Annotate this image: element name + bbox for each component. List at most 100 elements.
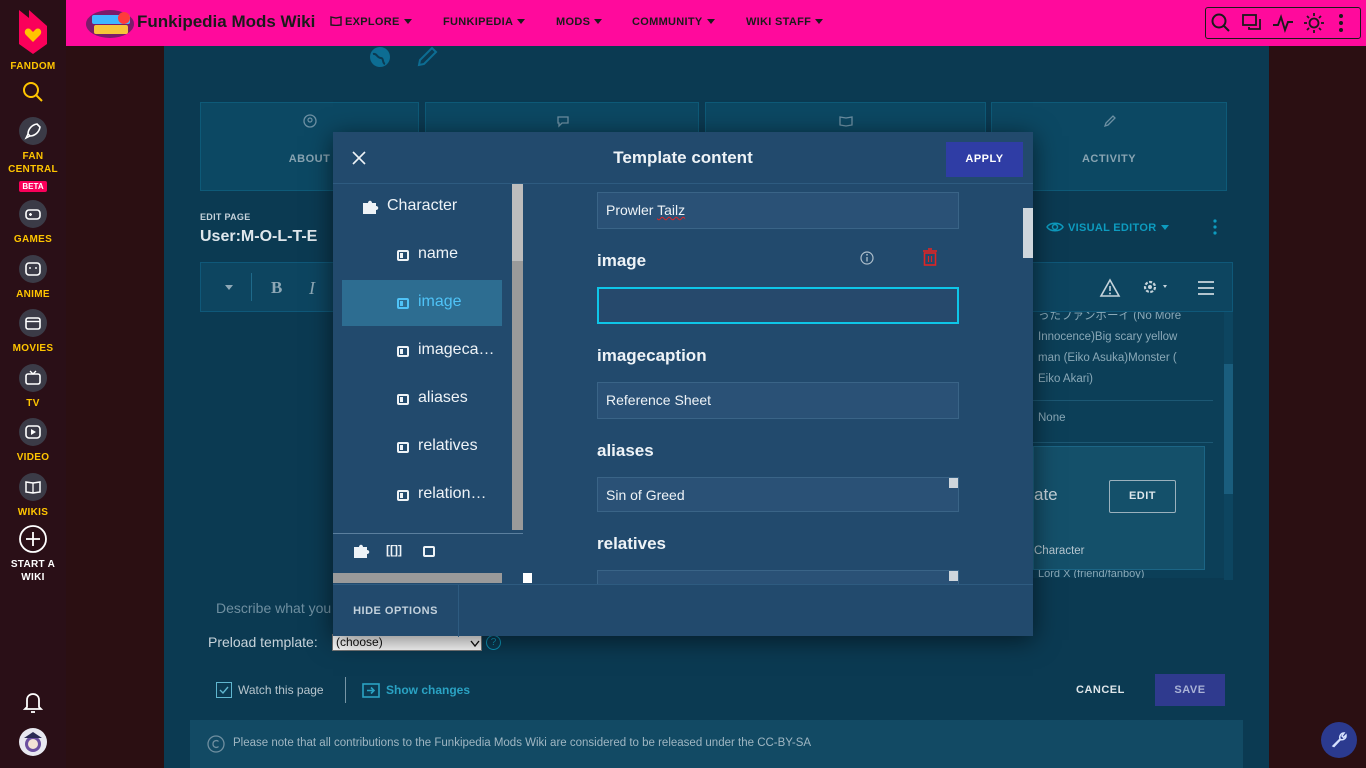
visual-editor-switch[interactable]: VISUAL EDITOR: [1046, 220, 1170, 234]
bold-icon[interactable]: B: [271, 278, 282, 298]
page-right-gutter: [1269, 46, 1366, 768]
outline-param-label: image: [418, 293, 462, 310]
toolbar-divider: [251, 273, 252, 301]
outline-actions: [[]]: [333, 533, 523, 571]
start-a-wiki-link[interactable]: START A WIKI: [0, 524, 66, 584]
outline-template-label: Character: [387, 197, 458, 214]
nav-funkipedia[interactable]: FUNKIPEDIA: [443, 16, 526, 28]
nav-wiki-staff-label: WIKI STAFF: [746, 16, 812, 28]
warning-icon[interactable]: [1099, 277, 1121, 299]
preview-scrollbar[interactable]: [1224, 312, 1233, 580]
cancel-button[interactable]: CANCEL: [1076, 684, 1125, 696]
aliases-field[interactable]: Sin of Greed: [597, 477, 959, 512]
image-field[interactable]: [597, 287, 959, 324]
start-a-wiki-label-2: WIKI: [21, 572, 45, 583]
fandom-home-link[interactable]: FANDOM: [0, 6, 66, 73]
more-vertical-icon[interactable]: [1326, 8, 1356, 38]
wrench-icon: [1331, 732, 1347, 748]
aliases-field-value: Sin of Greed: [606, 487, 685, 503]
visual-editor-label: VISUAL EDITOR: [1068, 222, 1157, 234]
tools-button[interactable]: [1321, 722, 1357, 758]
outline-param-label: name: [418, 245, 459, 262]
search-link[interactable]: [0, 80, 66, 108]
clapperboard-icon: [19, 309, 47, 337]
name-field-value: Prowler Tailz: [606, 202, 686, 218]
outline-param-relatives[interactable]: relatives: [342, 424, 502, 470]
fan-central-link[interactable]: FAN CENTRAL BETA: [0, 116, 66, 194]
wikis-link[interactable]: WIKIS: [0, 472, 66, 519]
speech-bubble-icon: [557, 116, 569, 128]
save-button[interactable]: SAVE: [1155, 674, 1225, 706]
book-icon: [839, 116, 853, 127]
wikis-label: WIKIS: [17, 507, 49, 518]
parameter-icon: [397, 250, 409, 261]
fandom-logo-icon: [19, 10, 47, 54]
italic-icon[interactable]: I: [309, 278, 315, 299]
pencil-icon[interactable]: [414, 44, 440, 70]
hamburger-menu-icon[interactable]: [1195, 277, 1217, 299]
discussions-icon[interactable]: [1237, 8, 1267, 38]
nav-wiki-staff[interactable]: WIKI STAFF: [746, 16, 824, 28]
nav-community[interactable]: COMMUNITY: [632, 16, 715, 28]
name-field[interactable]: Prowler Tailz: [597, 192, 959, 229]
chevron-down-icon[interactable]: [225, 285, 233, 290]
field-scrollbar[interactable]: [949, 478, 958, 488]
apply-button[interactable]: APPLY: [946, 142, 1023, 177]
video-link[interactable]: VIDEO: [0, 417, 66, 464]
show-changes-icon[interactable]: [362, 683, 380, 698]
tv-link[interactable]: TV: [0, 363, 66, 410]
gamepad-icon: [19, 200, 47, 228]
outline-scrollbar-thumb[interactable]: [512, 184, 523, 261]
add-parameter-icon[interactable]: [423, 546, 435, 557]
infobox-line: Eiko Akari): [1038, 373, 1093, 385]
settings-gear-icon[interactable]: [1138, 276, 1172, 298]
outline-param-imagecaption[interactable]: imageca…: [342, 328, 502, 374]
user-icon: [303, 114, 317, 128]
parameter-icon: [397, 394, 409, 405]
outline-param-name[interactable]: name: [342, 232, 502, 278]
more-vertical-icon[interactable]: [1205, 217, 1225, 237]
user-avatar-button[interactable]: [0, 727, 66, 761]
wiki-logo-icon[interactable]: [80, 6, 138, 40]
add-wikitext-icon[interactable]: [[]]: [386, 543, 402, 557]
nav-mods[interactable]: MODS: [556, 16, 603, 28]
image-param-label: image: [597, 251, 647, 270]
hide-options-button[interactable]: HIDE OPTIONS: [333, 585, 459, 637]
theme-sun-icon[interactable]: [1299, 8, 1329, 38]
globe-icon[interactable]: [367, 44, 393, 70]
watch-page-checkbox[interactable]: [216, 682, 232, 698]
field-scrollbar[interactable]: [949, 571, 958, 581]
preview-scrollbar-thumb[interactable]: [1224, 364, 1233, 494]
outline-scrollbar[interactable]: [512, 184, 523, 530]
form-scrollbar-thumb[interactable]: [1023, 208, 1033, 258]
imagecaption-field[interactable]: Reference Sheet: [597, 382, 959, 419]
chevron-down-icon: [403, 19, 412, 24]
global-nav-rail: FANDOM FAN CENTRAL BETA GAMES ANIME MOVI…: [0, 0, 66, 768]
activity-pulse-icon[interactable]: [1268, 8, 1298, 38]
info-icon[interactable]: [859, 250, 875, 266]
edit-summary-input[interactable]: Describe what you: [216, 600, 331, 616]
outline-param-aliases[interactable]: aliases: [342, 376, 502, 422]
relatives-field[interactable]: [597, 570, 959, 584]
nav-explore[interactable]: EXPLORE: [330, 16, 412, 28]
show-changes-button[interactable]: Show changes: [386, 683, 470, 697]
template-card-text: ate: [1034, 485, 1058, 504]
movies-link[interactable]: MOVIES: [0, 308, 66, 355]
preload-template-label: Preload template:: [208, 634, 318, 650]
template-edit-button[interactable]: EDIT: [1109, 480, 1176, 513]
search-icon[interactable]: [1206, 8, 1236, 38]
help-icon[interactable]: ?: [486, 635, 501, 650]
template-card[interactable]: ate EDIT Character: [1033, 446, 1205, 570]
trash-icon[interactable]: [920, 247, 940, 267]
outline-template-character[interactable]: Character: [342, 184, 502, 230]
wiki-title[interactable]: Funkipedia Mods Wiki: [137, 12, 315, 32]
anime-link[interactable]: ANIME: [0, 254, 66, 301]
notifications-button[interactable]: [0, 690, 66, 718]
chevron-down-icon: [517, 19, 526, 24]
divider: [345, 677, 346, 703]
outline-horizontal-scrollbar[interactable]: [333, 573, 502, 583]
outline-param-relationships[interactable]: relation…: [342, 472, 502, 518]
add-template-icon[interactable]: [353, 544, 371, 559]
outline-param-image[interactable]: image: [342, 280, 502, 326]
games-link[interactable]: GAMES: [0, 199, 66, 246]
